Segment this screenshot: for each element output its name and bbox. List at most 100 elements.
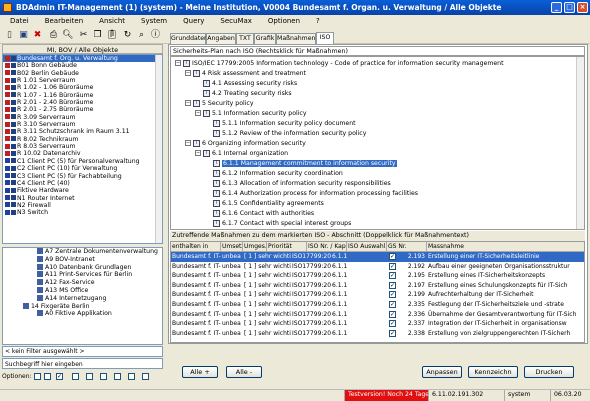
menu-query[interactable]: Query — [177, 15, 210, 28]
grid-row[interactable]: Bundesamt f. IT-Sicherunbea[ 1 ] sehr wi… — [171, 290, 584, 300]
anpassen-button[interactable]: Anpassen — [422, 366, 462, 378]
object-list-item[interactable]: N3 Switch — [3, 209, 162, 216]
tab-massnahmen[interactable]: Maßnahmen — [276, 33, 316, 44]
iso-tree-node[interactable]: i 6.1.2 Information security coordination — [205, 169, 343, 179]
measures-grid[interactable]: enthalten inUmsetz.Umges.PrioritätISO Nr… — [170, 241, 585, 343]
grid-row[interactable]: Bundesamt f. IT-Sicherunbea[ 1 ] sehr wi… — [171, 329, 584, 339]
iso-tree-node[interactable]: i 6.1.7 Contact with special interest gro… — [205, 219, 351, 229]
object-list-item[interactable]: R 3.09 Serverraum — [3, 114, 162, 121]
object-list-item[interactable]: R 1.07 - 1.16 Büroräume — [3, 92, 162, 99]
application-list-item[interactable]: A12 Fax-Service — [3, 279, 162, 287]
option-checkbox-5[interactable] — [86, 373, 93, 380]
iso-tree-node[interactable]: i 5.1.2 Review of the information securit… — [205, 129, 366, 139]
iso-tree[interactable]: − i ISO/IEC 17799:2005 Information technol… — [170, 56, 585, 230]
new-icon[interactable]: ▯ — [4, 30, 15, 41]
menu-system[interactable]: System — [135, 15, 173, 28]
menu-ansicht[interactable]: Ansicht — [93, 15, 131, 28]
iso-selection-checkbox[interactable]: ✓ — [389, 272, 396, 280]
grid-column-header[interactable]: Priorität — [267, 242, 307, 252]
object-list-item[interactable]: Fiktive Hardware — [3, 187, 162, 194]
expand-toggle-icon[interactable]: − — [185, 100, 191, 106]
object-list-item[interactable]: Bundesamt f. Org. u. Verwaltung — [3, 55, 162, 63]
print-icon[interactable]: ⎙ — [48, 30, 59, 41]
application-list[interactable]: A7 Zentrale Dokumentenverwaltung A9 BOV-I… — [2, 247, 163, 345]
application-list-item[interactable]: A0 Fiktive Applikation — [3, 310, 162, 318]
application-list-item[interactable]: A13 MS Office — [3, 286, 162, 295]
tab-grafik[interactable]: Grafik — [254, 33, 276, 44]
option-checkbox-8[interactable] — [128, 373, 135, 380]
object-list-item[interactable]: N1 Router Internet — [3, 195, 162, 202]
iso-selection-checkbox[interactable]: ✓ — [389, 281, 396, 289]
drucken-button[interactable]: Drucken — [524, 366, 574, 378]
option-checkbox-9[interactable] — [142, 373, 149, 380]
iso-tree-node[interactable]: − i 5 Security policy — [185, 99, 254, 109]
iso-tree-node[interactable]: i 6.1.3 Allocation of information securit… — [205, 179, 391, 189]
delete-icon[interactable]: ✖ — [32, 30, 43, 41]
iso-tree-node[interactable]: i 5.1.1 Information security policy docum… — [205, 119, 356, 129]
iso-tree-node[interactable]: i 4.2 Treating security risks — [195, 89, 292, 99]
grid-column-header[interactable]: enthalten in — [171, 242, 221, 252]
application-list-item[interactable]: A7 Zentrale Dokumentenverwaltung — [3, 248, 162, 256]
close-button[interactable]: × — [577, 2, 588, 13]
grid-row[interactable]: Bundesamt f. IT-Sicherunbea[ 1 ] sehr wi… — [171, 310, 584, 320]
object-list-item[interactable]: R 3.10 Serverraum — [3, 121, 162, 128]
grid-column-header[interactable]: Massnahme — [427, 242, 584, 252]
grid-row[interactable]: Bundesamt f. IT-Sicherunbea[ 1 ] sehr wi… — [171, 319, 584, 329]
application-list-item[interactable]: A9 BOV-Intranet — [3, 255, 162, 264]
grid-row[interactable]: Bundesamt f. IT-Sicherunbea[ 1 ] sehr wi… — [171, 281, 584, 291]
tab-angaben[interactable]: Angaben — [206, 33, 236, 44]
filter-select[interactable]: < kein Filter ausgewählt > — [2, 346, 163, 357]
paste-icon[interactable]: 📋︎ — [106, 30, 117, 41]
option-checkbox-6[interactable] — [100, 373, 107, 380]
option-checkbox-7[interactable] — [114, 373, 121, 380]
object-list-item[interactable]: C3 Client PC (5) für Fachabteilung — [3, 173, 162, 180]
iso-selection-checkbox[interactable]: ✓ — [389, 320, 396, 328]
grid-column-header[interactable]: Umsetz. — [221, 242, 243, 252]
application-list-item[interactable]: A14 Internetzugang — [3, 294, 162, 303]
option-checkbox-3[interactable]: ✓ — [56, 373, 63, 380]
object-list-item[interactable]: R 1.01 Serverraum — [3, 77, 162, 84]
select-all-button[interactable]: Alle + — [182, 366, 218, 378]
object-list-item[interactable]: R 8.02 Technikraum — [3, 136, 162, 143]
deselect-all-button[interactable]: Alle - — [226, 366, 262, 378]
iso-selection-checkbox[interactable]: ✓ — [389, 310, 396, 318]
object-list-item[interactable]: R 2.01 - 2.75 Büroräume — [3, 106, 162, 113]
kennzeichnen-button[interactable]: Kennzeichn — [468, 366, 518, 378]
find-icon[interactable]: ⌕ — [136, 30, 147, 41]
grid-column-header[interactable]: Umges. — [243, 242, 267, 252]
tab-iso[interactable]: ISO — [316, 32, 334, 44]
object-list-item[interactable]: C2 Client PC (10) für Verwaltung — [3, 165, 162, 172]
application-list-item[interactable]: A11 Print-Services für Berlin — [3, 271, 162, 279]
copy-icon[interactable]: ❐ — [92, 30, 103, 41]
grid-row[interactable]: Bundesamt f. IT-Sicherunbea[ 1 ] sehr wi… — [171, 271, 584, 281]
expand-toggle-icon[interactable]: − — [195, 150, 201, 156]
iso-tree-node[interactable]: i 4.1 Assessing security risks — [195, 79, 297, 89]
menu-secumax[interactable]: SecuMax — [214, 15, 258, 28]
iso-tree-node[interactable]: − i 6.1 Internal organization — [195, 149, 288, 159]
cut-icon[interactable]: ✂ — [78, 30, 89, 41]
iso-tree-node[interactable]: − i 6 Organizing information security — [185, 139, 306, 149]
object-list-item[interactable]: B01 Bonn Gebäude — [3, 62, 162, 69]
iso-tree-node[interactable]: i 6.1.4 Authorization process for informa… — [205, 189, 418, 199]
expand-toggle-icon[interactable]: − — [175, 60, 181, 66]
object-list-item[interactable]: R 8.03 Serverraum — [3, 143, 162, 150]
menu-optionen[interactable]: Optionen — [262, 15, 306, 28]
preview-icon[interactable]: 🔍︎ — [62, 30, 73, 41]
iso-selection-checkbox[interactable]: ✓ — [389, 262, 396, 270]
option-checkbox-1[interactable] — [34, 373, 41, 380]
expand-toggle-icon[interactable]: − — [185, 70, 191, 76]
application-list-item[interactable]: A10 Datenbank Grundlagen — [3, 263, 162, 272]
object-list[interactable]: Bundesamt f. Org. u. Verwaltung B01 Bonn … — [2, 54, 163, 244]
menu-help[interactable]: ? — [310, 15, 326, 28]
info-icon[interactable]: ⓘ — [150, 30, 161, 41]
iso-selection-checkbox[interactable]: ✓ — [389, 253, 396, 260]
grid-column-header[interactable]: ISO Nr. / Kapitel — [307, 242, 347, 252]
minimize-button[interactable]: _ — [551, 2, 562, 13]
object-list-item[interactable]: N2 Firewall — [3, 202, 162, 209]
iso-tree-node[interactable]: − i 4 Risk assessment and treatment — [185, 69, 306, 79]
iso-tree-node[interactable]: − i 5.1 Information security policy — [195, 109, 306, 119]
iso-tree-scrollbar[interactable] — [576, 57, 584, 229]
menu-datei[interactable]: Datei — [4, 15, 35, 28]
iso-selection-checkbox[interactable]: ✓ — [389, 301, 396, 308]
expand-toggle-icon[interactable]: − — [195, 110, 201, 116]
